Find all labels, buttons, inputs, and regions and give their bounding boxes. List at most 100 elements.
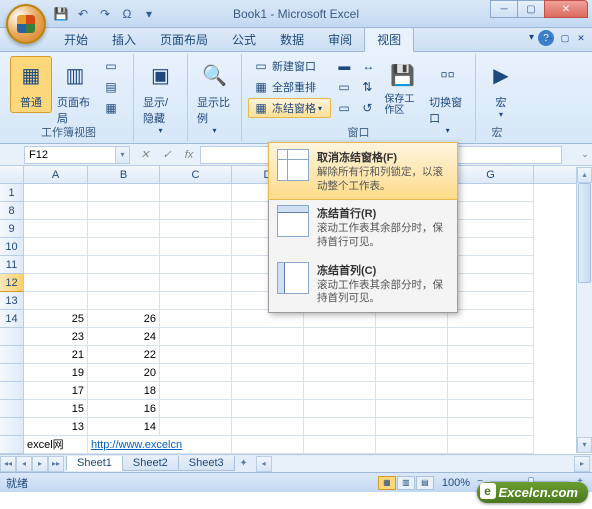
custom-views-button[interactable]: ▤ [98, 77, 127, 97]
prev-sheet-button[interactable]: ◂ [16, 456, 32, 472]
scroll-thumb[interactable] [578, 183, 591, 283]
unhide-button[interactable]: ▭ [333, 98, 355, 118]
cell[interactable] [88, 202, 160, 220]
cell[interactable] [376, 346, 448, 364]
hide-button[interactable]: ▭ [333, 77, 355, 97]
cell[interactable] [88, 220, 160, 238]
cell[interactable] [448, 436, 534, 454]
cell[interactable]: 13 [24, 418, 88, 436]
row-header[interactable] [0, 382, 24, 400]
last-sheet-button[interactable]: ▸▸ [48, 456, 64, 472]
cell[interactable] [160, 364, 232, 382]
cell[interactable] [448, 400, 534, 418]
cell[interactable] [24, 256, 88, 274]
cell[interactable] [376, 382, 448, 400]
normal-view-button[interactable]: ▦ 普通 [10, 56, 52, 113]
cell[interactable] [160, 184, 232, 202]
cell[interactable] [448, 202, 534, 220]
cell[interactable] [88, 256, 160, 274]
cell[interactable] [160, 346, 232, 364]
tab-page-layout[interactable]: 页面布局 [148, 28, 220, 51]
page-break-button[interactable]: ▭ [98, 56, 127, 76]
wb-close-icon[interactable]: ✕ [574, 32, 588, 44]
row-header[interactable]: 9 [0, 220, 24, 238]
cell[interactable] [304, 328, 376, 346]
reset-pos-button[interactable]: ↺ [357, 98, 379, 118]
row-header[interactable] [0, 418, 24, 436]
freeze-panes-button[interactable]: ▦冻结窗格▾ [248, 98, 331, 118]
unfreeze-panes-item[interactable]: 取消冻结窗格(F) 解除所有行和列锁定，以滚动整个工作表。 [268, 142, 458, 200]
cell[interactable] [448, 238, 534, 256]
symbol-icon[interactable]: Ω [118, 5, 136, 23]
full-screen-button[interactable]: ▦ [98, 98, 127, 118]
cell[interactable] [24, 238, 88, 256]
cell[interactable] [88, 274, 160, 292]
cell[interactable] [160, 382, 232, 400]
minimize-button[interactable]: ─ [490, 0, 518, 18]
scroll-right-button[interactable]: ▸ [574, 456, 590, 472]
page-layout-shortcut[interactable]: ▥ [397, 476, 415, 490]
row-header[interactable] [0, 364, 24, 382]
cancel-icon[interactable]: ✕ [134, 146, 156, 164]
ribbon-minimize-icon[interactable]: ▾ [529, 32, 534, 43]
cell[interactable] [160, 220, 232, 238]
page-break-shortcut[interactable]: ▤ [416, 476, 434, 490]
expand-formula-bar-icon[interactable]: ⌄ [578, 149, 592, 160]
cell[interactable] [232, 436, 304, 454]
cell[interactable]: 16 [88, 400, 160, 418]
save-icon[interactable]: 💾 [52, 5, 70, 23]
cell[interactable] [448, 328, 534, 346]
save-workspace-button[interactable]: 💾 保存工作区 [381, 56, 424, 119]
redo-icon[interactable]: ↷ [96, 5, 114, 23]
name-box[interactable]: F12 [24, 146, 116, 164]
cell[interactable] [24, 184, 88, 202]
cell[interactable] [160, 418, 232, 436]
next-sheet-button[interactable]: ▸ [32, 456, 48, 472]
show-hide-button[interactable]: ▣ 显示/隐藏 ▾ [140, 56, 181, 138]
view-side-button[interactable]: ↔ [357, 56, 379, 76]
split-button[interactable]: ▬ [333, 56, 355, 76]
cell[interactable]: 17 [24, 382, 88, 400]
cell[interactable] [448, 382, 534, 400]
cell[interactable]: 21 [24, 346, 88, 364]
cell[interactable] [376, 364, 448, 382]
cell[interactable] [232, 328, 304, 346]
cell[interactable] [304, 418, 376, 436]
cell[interactable] [448, 292, 534, 310]
tab-data[interactable]: 数据 [268, 28, 316, 51]
cell[interactable]: 26 [88, 310, 160, 328]
cell[interactable] [88, 292, 160, 310]
cell[interactable] [232, 382, 304, 400]
column-header[interactable]: C [160, 166, 232, 183]
row-header[interactable]: 1 [0, 184, 24, 202]
cell[interactable] [24, 274, 88, 292]
macros-button[interactable]: ▶ 宏 ▾ [482, 56, 520, 122]
cell[interactable] [232, 418, 304, 436]
cell[interactable] [448, 256, 534, 274]
tab-insert[interactable]: 插入 [100, 28, 148, 51]
sheet-tab[interactable]: Sheet3 [178, 456, 235, 471]
cell[interactable]: 18 [88, 382, 160, 400]
cell[interactable] [160, 328, 232, 346]
row-header[interactable] [0, 400, 24, 418]
vertical-scrollbar[interactable]: ▴ ▾ [576, 167, 592, 453]
tab-view[interactable]: 视图 [364, 27, 414, 52]
cell[interactable] [24, 220, 88, 238]
cell[interactable] [376, 400, 448, 418]
cell[interactable] [304, 364, 376, 382]
cell[interactable] [304, 436, 376, 454]
undo-icon[interactable]: ↶ [74, 5, 92, 23]
column-header[interactable]: B [88, 166, 160, 183]
cell[interactable] [232, 400, 304, 418]
new-sheet-button[interactable]: ✦ [234, 458, 254, 469]
row-header[interactable]: 12 [0, 274, 24, 292]
arrange-all-button[interactable]: ▦全部重排 [248, 77, 331, 97]
cell[interactable] [376, 418, 448, 436]
cell[interactable]: 22 [88, 346, 160, 364]
select-all-corner[interactable] [0, 166, 24, 183]
cell[interactable]: http://www.excelcn [88, 436, 232, 454]
cell[interactable] [160, 292, 232, 310]
row-header[interactable]: 11 [0, 256, 24, 274]
cell[interactable] [304, 400, 376, 418]
wb-minimize-icon[interactable]: ─ [542, 32, 556, 44]
